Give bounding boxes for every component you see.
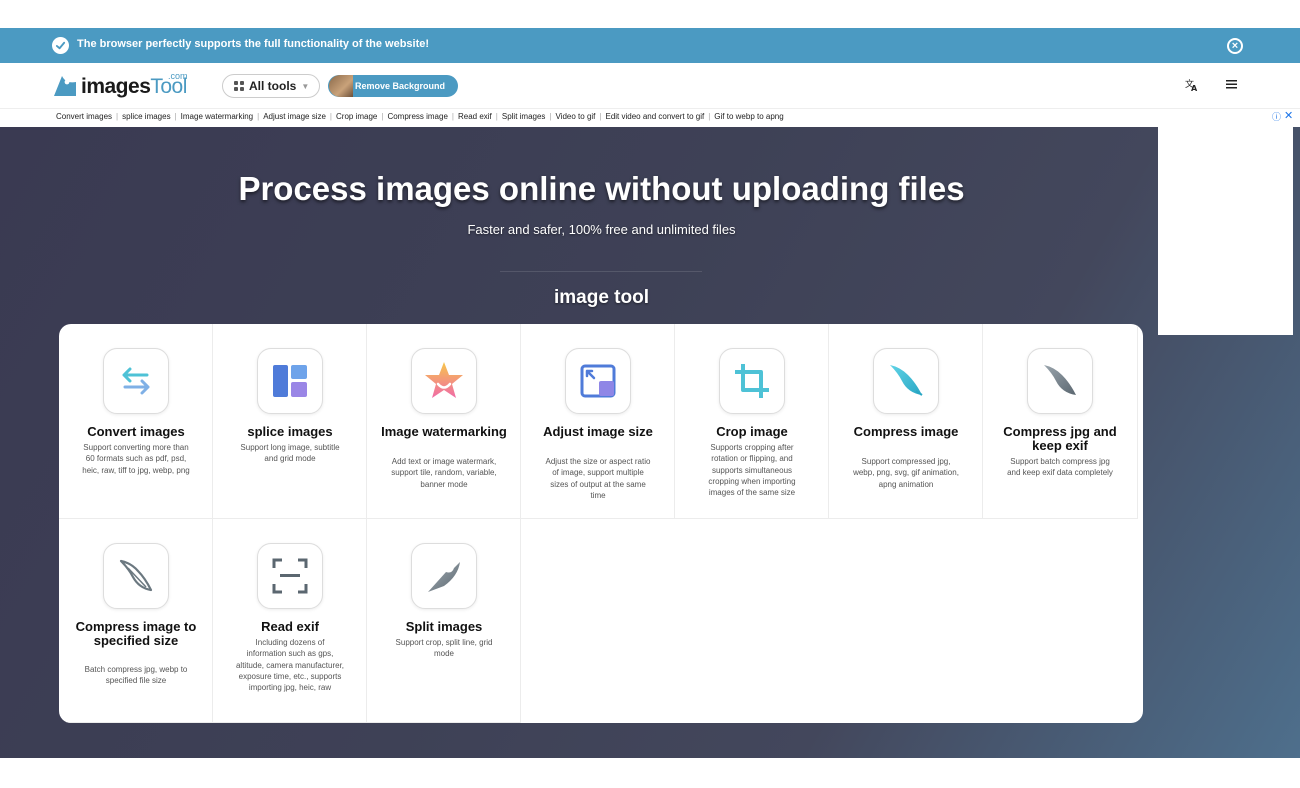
tool-name: Read exif xyxy=(261,619,319,634)
tool-adjust-image-size[interactable]: Adjust image size Adjust the size or asp… xyxy=(521,324,675,519)
quicklink-separator: | xyxy=(708,112,711,121)
feather-outline-icon xyxy=(103,543,169,609)
quicklink-read-exif[interactable]: Read exif xyxy=(458,112,492,121)
tool-image-watermarking[interactable]: Image watermarking Add text or image wat… xyxy=(367,324,521,519)
hero-title: Process images online without uploading … xyxy=(238,170,965,207)
tool-description: Support long image, subtitle and grid mo… xyxy=(240,443,340,464)
quicklink-edit-video-to-gif[interactable]: Edit video and convert to gif xyxy=(605,112,704,121)
logo-text-main: images xyxy=(81,75,151,98)
translate-icon[interactable]: 文A xyxy=(1185,78,1199,95)
tool-compress-to-size[interactable]: Compress image to specified size Batch c… xyxy=(59,519,213,723)
quicklink-separator: | xyxy=(451,112,454,121)
tool-description: Including dozens of information such as … xyxy=(235,638,345,693)
quicklink-gif-to-webp-apng[interactable]: Gif to webp to apng xyxy=(714,112,783,121)
hero-divider xyxy=(500,271,702,272)
tool-description: Support compressed jpg, webp, png, svg, … xyxy=(853,457,959,489)
quicklink-convert-images[interactable]: Convert images xyxy=(56,112,112,121)
tool-name: Convert images xyxy=(87,424,185,439)
tool-convert-images[interactable]: Convert images Support converting more t… xyxy=(59,324,213,519)
tool-crop-image[interactable]: Crop image Supports cropping after rotat… xyxy=(675,324,829,519)
scan-frame-icon xyxy=(257,543,323,609)
tool-compress-image[interactable]: Compress image Support compressed jpg, w… xyxy=(829,324,983,519)
logo-mark-icon xyxy=(54,76,76,96)
quicklink-crop-image[interactable]: Crop image xyxy=(336,112,377,121)
quicklink-split-images[interactable]: Split images xyxy=(502,112,546,121)
tool-description: Support crop, split line, grid mode xyxy=(395,638,493,659)
knife-icon xyxy=(411,543,477,609)
tool-description: Adjust the size or aspect ratio of image… xyxy=(545,457,651,500)
quicklink-separator: | xyxy=(329,112,332,121)
quicklink-image-watermarking[interactable]: Image watermarking xyxy=(181,112,253,121)
menu-icon[interactable] xyxy=(1226,78,1238,93)
convert-arrows-icon xyxy=(103,348,169,414)
tool-read-exif[interactable]: Read exif Including dozens of informatio… xyxy=(213,519,367,723)
watermark-star-icon xyxy=(411,348,477,414)
quicklink-compress-image[interactable]: Compress image xyxy=(387,112,447,121)
tool-name: Crop image xyxy=(716,424,788,439)
feather-icon xyxy=(873,348,939,414)
tool-name: Image watermarking xyxy=(381,424,507,439)
tool-name: Compress image to specified size xyxy=(75,619,197,648)
quicklink-separator: | xyxy=(549,112,552,121)
quicklink-separator: | xyxy=(381,112,384,121)
tool-description: Supports cropping after rotation or flip… xyxy=(708,443,796,498)
tool-splice-images[interactable]: splice images Support long image, subtit… xyxy=(213,324,367,519)
tool-description: Add text or image watermark, support til… xyxy=(391,457,497,489)
quicklink-separator: | xyxy=(257,112,260,121)
quicklink-separator: | xyxy=(174,112,177,121)
hero-subtitle: Faster and safer, 100% free and unlimite… xyxy=(467,222,736,237)
tool-description: Batch compress jpg, webp to specified fi… xyxy=(84,665,188,686)
resize-icon xyxy=(565,348,631,414)
splice-layout-icon xyxy=(257,348,323,414)
tool-name: Adjust image size xyxy=(543,424,653,439)
all-tools-button[interactable]: All tools ▼ xyxy=(222,74,320,98)
tool-compress-jpg-keep-exif[interactable]: Compress jpg and keep exif Support batch… xyxy=(983,324,1138,519)
chevron-down-icon: ▼ xyxy=(301,81,310,91)
section-title: image tool xyxy=(553,287,649,308)
notice-message: The browser perfectly supports the full … xyxy=(77,38,430,50)
tool-name: splice images xyxy=(247,424,333,439)
feather-gray-icon xyxy=(1027,348,1093,414)
quick-links-bar: Convert images | splice images | Image wat… xyxy=(56,112,784,121)
tool-description: Support converting more than 60 formats … xyxy=(82,443,190,475)
close-notice-icon[interactable]: × xyxy=(1227,38,1243,54)
remove-background-button[interactable]: Remove Background xyxy=(328,75,458,97)
tool-name: Compress jpg and keep exif xyxy=(1003,424,1117,453)
support-notice-bar: The browser perfectly supports the full … xyxy=(0,28,1300,63)
quicklink-separator: | xyxy=(495,112,498,121)
site-logo[interactable]: imagesTool .com xyxy=(52,71,192,100)
all-tools-label: All tools xyxy=(249,79,297,93)
remove-background-label: Remove Background xyxy=(355,81,446,91)
check-circle-icon xyxy=(52,37,69,54)
site-header: imagesTool .com All tools ▼ Remove Backg… xyxy=(0,63,1300,109)
quicklink-adjust-image-size[interactable]: Adjust image size xyxy=(263,112,326,121)
quicklink-separator: | xyxy=(599,112,602,121)
logo-com: .com xyxy=(168,71,188,81)
quicklink-separator: | xyxy=(116,112,119,121)
crop-icon xyxy=(719,348,785,414)
tool-name: Compress image xyxy=(853,424,959,439)
quicklink-splice-images[interactable]: splice images xyxy=(122,112,170,121)
tools-card: Convert images Support converting more t… xyxy=(59,324,1143,723)
tool-name: Split images xyxy=(405,619,483,634)
svg-text:A: A xyxy=(1191,84,1198,92)
ad-close-icon[interactable]: ✕ xyxy=(1284,109,1293,122)
page-bottom-strip xyxy=(0,758,1300,788)
cat-thumbnail-icon xyxy=(329,75,353,97)
tool-split-images[interactable]: Split images Support crop, split line, g… xyxy=(367,519,521,723)
quicklink-video-to-gif[interactable]: Video to gif xyxy=(556,112,596,121)
ad-info-icon[interactable]: ⓘ xyxy=(1272,110,1281,123)
tool-description: Support batch compress jpg and keep exif… xyxy=(1007,457,1113,478)
grid-icon xyxy=(234,81,244,91)
